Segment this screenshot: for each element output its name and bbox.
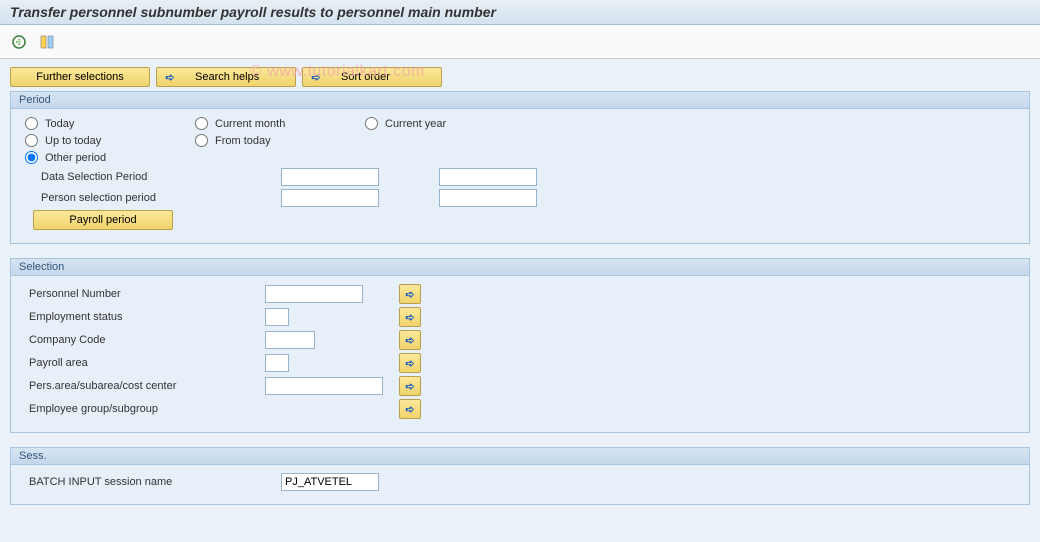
select-all-icon[interactable] [38, 33, 56, 51]
search-helps-button[interactable]: ➪ Search helps [156, 67, 296, 87]
employment-status-input[interactable] [265, 308, 289, 326]
multiple-selection-button[interactable]: ➪ [399, 399, 421, 419]
arrow-right-icon: ➪ [403, 402, 417, 416]
multiple-selection-button[interactable]: ➪ [399, 353, 421, 373]
person-selection-to-input[interactable] [439, 189, 537, 207]
batch-input-label: BATCH INPUT session name [25, 476, 281, 488]
selection-legend: Selection [11, 259, 1029, 276]
arrow-right-icon: ➪ [403, 379, 417, 393]
arrow-right-icon: ➪ [403, 287, 417, 301]
employment-status-label: Employment status [25, 311, 265, 323]
pers-area-input[interactable] [265, 377, 383, 395]
multiple-selection-button[interactable]: ➪ [399, 376, 421, 396]
further-selections-button[interactable]: Further selections [10, 67, 150, 87]
period-groupbox: Period Today Current month Current year … [10, 91, 1030, 244]
multiple-selection-button[interactable]: ➪ [399, 284, 421, 304]
radio-current-month[interactable]: Current month [195, 117, 365, 130]
arrow-right-icon: ➪ [403, 356, 417, 370]
data-selection-period-label: Data Selection Period [25, 171, 281, 183]
arrow-right-icon: ➪ [403, 310, 417, 324]
selection-groupbox: Selection Personnel Number ➪ Employment … [10, 258, 1030, 433]
data-selection-to-input[interactable] [439, 168, 537, 186]
content-area: Further selections ➪ Search helps ➪ Sort… [0, 59, 1040, 542]
arrow-right-icon: ➪ [403, 333, 417, 347]
selection-buttons-row: Further selections ➪ Search helps ➪ Sort… [10, 67, 1030, 87]
arrow-right-icon: ➪ [163, 70, 177, 84]
radio-today[interactable]: Today [25, 117, 195, 130]
data-selection-from-input[interactable] [281, 168, 379, 186]
period-legend: Period [11, 92, 1029, 109]
emp-group-label: Employee group/subgroup [25, 403, 265, 415]
payroll-area-input[interactable] [265, 354, 289, 372]
to-label-2: To [379, 192, 439, 204]
company-code-label: Company Code [25, 334, 265, 346]
execute-icon[interactable] [10, 33, 28, 51]
person-selection-from-input[interactable] [281, 189, 379, 207]
multiple-selection-button[interactable]: ➪ [399, 307, 421, 327]
payroll-area-label: Payroll area [25, 357, 265, 369]
search-helps-label: Search helps [195, 71, 259, 83]
personnel-number-input[interactable] [265, 285, 363, 303]
to-label: To [379, 171, 439, 183]
radio-current-year[interactable]: Current year [365, 117, 535, 130]
multiple-selection-button[interactable]: ➪ [399, 330, 421, 350]
arrow-right-icon: ➪ [309, 70, 323, 84]
personnel-number-label: Personnel Number [25, 288, 265, 300]
radio-other-period[interactable]: Other period [25, 151, 195, 164]
radio-up-to-today[interactable]: Up to today [25, 134, 195, 147]
sess-groupbox: Sess. BATCH INPUT session name [10, 447, 1030, 505]
radio-from-today[interactable]: From today [195, 134, 365, 147]
person-selection-period-label: Person selection period [25, 192, 281, 204]
pers-area-label: Pers.area/subarea/cost center [25, 380, 265, 392]
sort-order-button[interactable]: ➪ Sort order [302, 67, 442, 87]
window-title: Transfer personnel subnumber payroll res… [0, 0, 1040, 25]
app-toolbar: © www.tutorialkart.com [0, 25, 1040, 59]
payroll-period-button[interactable]: Payroll period [33, 210, 173, 230]
sess-legend: Sess. [11, 448, 1029, 465]
batch-input-session-input[interactable] [281, 473, 379, 491]
company-code-input[interactable] [265, 331, 315, 349]
sort-order-label: Sort order [341, 71, 390, 83]
